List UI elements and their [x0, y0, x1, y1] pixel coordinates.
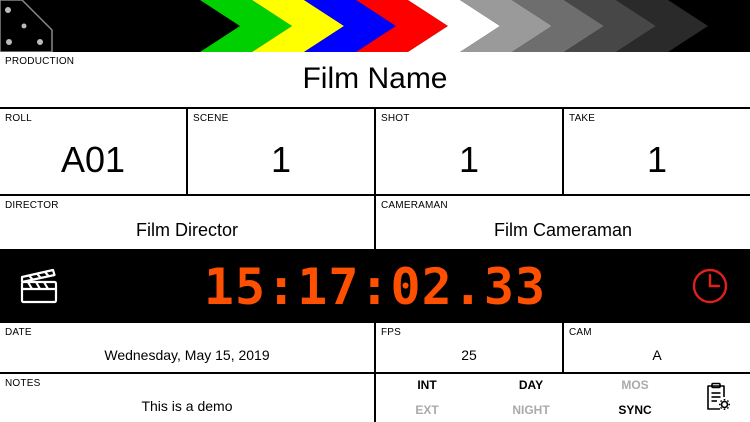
scene-label: SCENE — [193, 113, 229, 124]
director-value: Film Director — [136, 220, 238, 240]
scene-cell[interactable]: SCENE 1 — [188, 109, 374, 194]
shot-cell[interactable]: SHOT 1 — [376, 109, 562, 194]
roll-label: ROLL — [5, 113, 32, 124]
take-label: TAKE — [569, 113, 596, 124]
cam-cell[interactable]: CAM A — [564, 323, 750, 372]
director-cell[interactable]: DIRECTOR Film Director — [0, 196, 374, 249]
flag-sync[interactable]: SYNC — [605, 403, 665, 417]
director-label: DIRECTOR — [5, 200, 59, 211]
clapper-stick — [0, 0, 750, 52]
scene-value: 1 — [270, 139, 292, 180]
date-cell[interactable]: DATE Wednesday, May 15, 2019 — [0, 323, 374, 372]
notes-cell[interactable]: NOTES This is a demo — [0, 374, 374, 422]
hinge-plate-icon — [0, 0, 53, 52]
divider — [374, 196, 376, 249]
divider — [562, 109, 564, 194]
fps-cell[interactable]: FPS 25 — [376, 323, 562, 372]
clock-icon[interactable] — [691, 267, 729, 305]
shot-label: SHOT — [381, 113, 410, 124]
take-cell[interactable]: TAKE 1 — [564, 109, 750, 194]
divider — [186, 109, 188, 194]
cam-label: CAM — [569, 327, 592, 338]
roll-cell[interactable]: ROLL A01 — [0, 109, 186, 194]
timecode-bar: 15:17:02.33 — [0, 249, 750, 323]
notes-label: NOTES — [5, 378, 41, 389]
roll-value: A01 — [60, 139, 126, 180]
take-value: 1 — [646, 139, 668, 180]
fps-value: 25 — [461, 347, 477, 363]
flag-int[interactable]: INT — [397, 378, 457, 392]
fps-label: FPS — [381, 327, 402, 338]
cameraman-value: Film Cameraman — [493, 220, 633, 240]
cameraman-label: CAMERAMAN — [381, 200, 448, 211]
cam-value: A — [652, 347, 662, 363]
divider — [374, 323, 376, 372]
date-label: DATE — [5, 327, 32, 338]
shot-value: 1 — [458, 139, 480, 180]
timecode-display: 15:17:02.33 — [203, 258, 547, 316]
clapper-stripes — [0, 0, 708, 52]
divider — [374, 109, 376, 194]
divider — [562, 323, 564, 372]
notes-value: This is a demo — [141, 398, 233, 414]
production-cell[interactable]: PRODUCTION Film Name — [0, 52, 750, 108]
flag-day[interactable]: DAY — [501, 378, 561, 392]
production-value: Film Name — [302, 62, 448, 95]
clipboard-gear-icon[interactable] — [705, 382, 731, 412]
date-value: Wednesday, May 15, 2019 — [104, 347, 270, 363]
cameraman-cell[interactable]: CAMERAMAN Film Cameraman — [376, 196, 750, 249]
flag-ext[interactable]: EXT — [397, 403, 457, 417]
flag-night[interactable]: NIGHT — [501, 403, 561, 417]
scene-flags: INT DAY MOS EXT NIGHT SYNC — [376, 374, 750, 422]
flag-mos[interactable]: MOS — [605, 378, 665, 392]
